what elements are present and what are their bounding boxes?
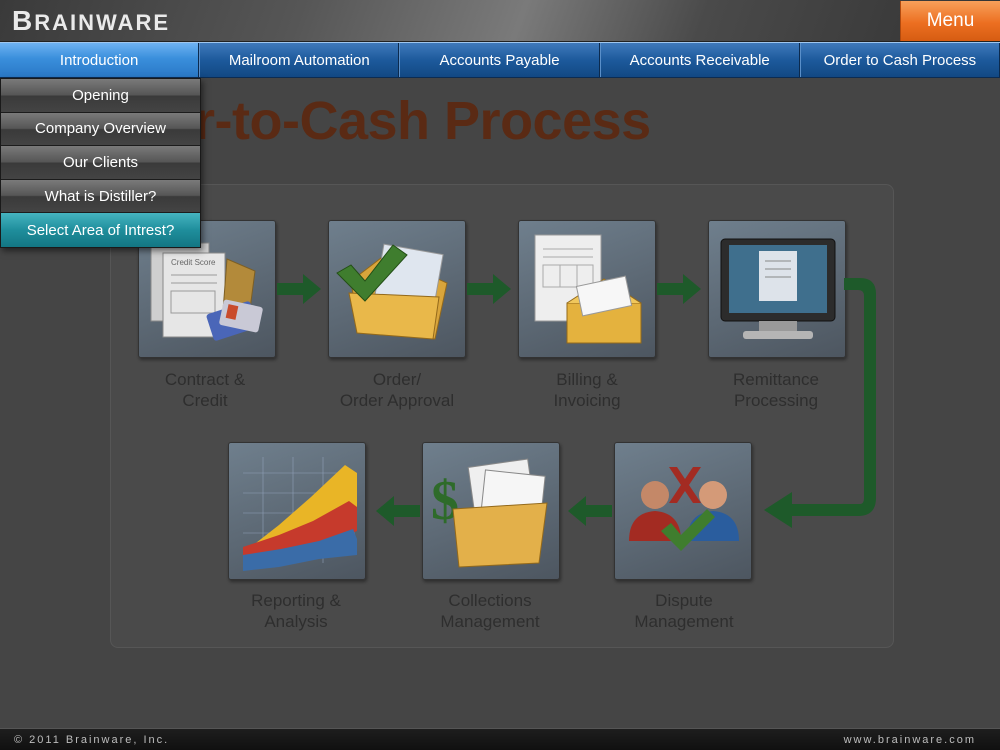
collections-folder-icon: $ bbox=[431, 458, 548, 568]
website-link[interactable]: www.brainware.com bbox=[844, 734, 976, 746]
tab-order-to-cash-process[interactable]: Order to Cash Process bbox=[799, 43, 1000, 77]
flow-arrow-5 bbox=[376, 496, 420, 526]
step-label-line1: Billing & bbox=[556, 370, 618, 389]
step-reporting-analysis[interactable] bbox=[228, 442, 366, 580]
step-label-line1: Reporting & bbox=[251, 591, 341, 610]
step-label-line2: Processing bbox=[733, 391, 819, 410]
flow-arrow-1 bbox=[277, 274, 321, 304]
step-label-collections-management: Collections Management bbox=[390, 590, 590, 632]
step-label-line1: Remittance bbox=[733, 370, 819, 389]
step-dispute-management[interactable] bbox=[614, 442, 752, 580]
card-title: Credit Score bbox=[171, 258, 216, 267]
step-label-line2: Management bbox=[440, 612, 540, 631]
step-label-contract-credit: Contract & Credit bbox=[105, 369, 305, 411]
step-label-line2: Analysis bbox=[264, 612, 328, 631]
flow-arrow-4 bbox=[568, 496, 612, 526]
menu-item-opening[interactable]: Opening bbox=[1, 79, 200, 113]
step-label-line2: Order Approval bbox=[339, 391, 455, 410]
step-billing-invoicing[interactable] bbox=[518, 220, 656, 358]
step-label-line2: Credit bbox=[182, 391, 228, 410]
invoice-envelope-icon bbox=[534, 234, 642, 344]
section-tab-bar: Introduction Mailroom Automation Account… bbox=[0, 42, 1000, 78]
app-footer: © 2011 Brainware, Inc. www.brainware.com bbox=[0, 728, 1000, 750]
logo-initial: B bbox=[12, 5, 35, 36]
introduction-dropdown-menu: Opening Company Overview Our Clients Wha… bbox=[0, 78, 201, 248]
step-label-line1: Dispute bbox=[655, 591, 713, 610]
tab-introduction[interactable]: Introduction bbox=[0, 43, 200, 77]
copyright-text: © 2011 Brainware, Inc. bbox=[14, 734, 170, 746]
brainware-logo: B RAINWARE bbox=[12, 6, 170, 36]
tab-mailroom-automation[interactable]: Mailroom Automation bbox=[199, 43, 400, 77]
step-label-line2: Management bbox=[634, 612, 734, 631]
menu-item-what-is-distiller[interactable]: What is Distiller? bbox=[1, 179, 200, 214]
menu-item-select-area-of-interest[interactable]: Select Area of Intrest? bbox=[1, 213, 200, 247]
step-collections-management[interactable]: $ bbox=[422, 442, 560, 580]
logo-rest: RAINWARE bbox=[34, 10, 171, 35]
step-label-line1: Contract & bbox=[164, 370, 246, 389]
step-label-order-approval: Order/ Order Approval bbox=[297, 369, 497, 411]
step-label-dispute-management: Dispute Management bbox=[584, 590, 784, 632]
step-label-billing-invoicing: Billing & Invoicing bbox=[487, 369, 687, 411]
step-label-line1: Collections bbox=[448, 591, 532, 610]
menu-item-our-clients[interactable]: Our Clients bbox=[1, 146, 200, 180]
approval-folder-icon bbox=[336, 243, 448, 340]
tab-accounts-receivable[interactable]: Accounts Receivable bbox=[599, 43, 800, 77]
menu-button[interactable]: Menu bbox=[900, 1, 1000, 41]
step-label-line2: Invoicing bbox=[553, 391, 621, 410]
tab-accounts-payable[interactable]: Accounts Payable bbox=[399, 43, 600, 77]
dispute-people-icon bbox=[629, 467, 739, 551]
flow-arrow-3 bbox=[657, 274, 701, 304]
step-label-line1: Order/ bbox=[372, 370, 422, 389]
app-header: B RAINWARE Menu bbox=[0, 0, 1000, 42]
step-order-approval[interactable] bbox=[328, 220, 466, 358]
reporting-chart-icon bbox=[243, 457, 357, 571]
menu-item-company-overview[interactable]: Company Overview bbox=[1, 112, 200, 147]
step-label-reporting-analysis: Reporting & Analysis bbox=[196, 590, 396, 632]
flow-arrow-2 bbox=[467, 274, 511, 304]
step-label-remittance-processing: Remittance Processing bbox=[676, 369, 876, 411]
